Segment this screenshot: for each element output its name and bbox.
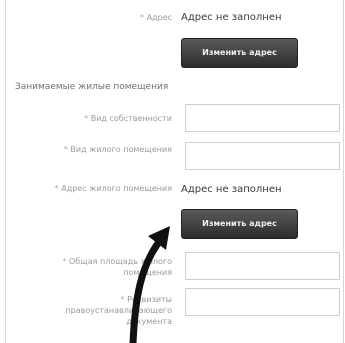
change-address-button[interactable]: Изменить адрес: [181, 38, 298, 68]
change-housing-address-button[interactable]: Изменить адрес: [181, 209, 298, 239]
housing-type-label: * Вид жилого помещения: [63, 145, 172, 154]
housing-type-field[interactable]: [185, 142, 340, 170]
address-value: Адрес не заполнен: [181, 12, 282, 23]
ownership-docs-field[interactable]: [185, 288, 340, 316]
housing-address-label: * Адрес жилого помещения: [54, 184, 172, 193]
housing-address-value: Адрес не заполнен: [181, 184, 282, 195]
ownership-docs-label: * Реквизиты правоустанавливающего докуме…: [65, 295, 172, 326]
address-label: * Адрес: [140, 13, 172, 22]
ownership-field[interactable]: [185, 104, 340, 132]
ownership-label: * Вид собственности: [84, 114, 172, 123]
section-title: Занимаемые жилые помещения: [15, 82, 169, 92]
total-area-field[interactable]: [185, 252, 340, 280]
total-area-label: * Общая площадь жилого помещения: [62, 257, 172, 277]
